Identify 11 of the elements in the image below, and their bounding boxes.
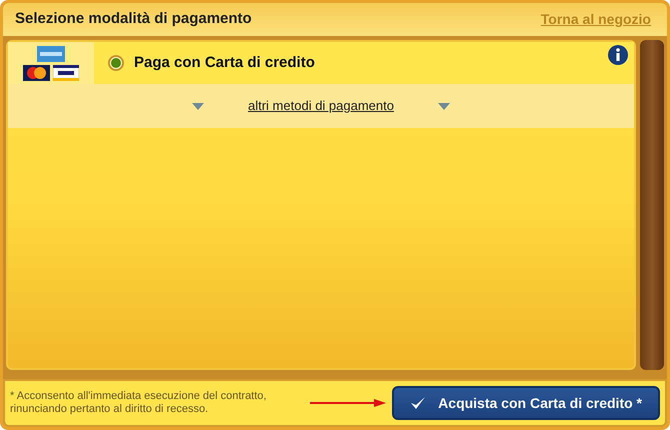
other-methods-link[interactable]: altri metodi di pagamento	[232, 96, 410, 116]
buy-button[interactable]: Acquista con Carta di credito *	[392, 386, 660, 420]
caret-down-icon	[192, 102, 204, 110]
window-title: Selezione modalità di pagamento	[15, 9, 252, 30]
radio-button[interactable]	[108, 55, 124, 71]
info-icon[interactable]	[608, 45, 628, 65]
arrow-icon	[310, 399, 386, 407]
payment-method-label: Paga con Carta di credito	[134, 52, 315, 73]
consent-text: * Acconsento all'immediata esecuzione del contratto, rinunciando pertanto al diritto di recesso.	[10, 390, 268, 416]
caret-down-icon	[438, 102, 450, 110]
check-icon	[410, 396, 426, 410]
